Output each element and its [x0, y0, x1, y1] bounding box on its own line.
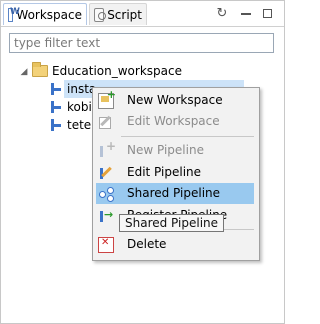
menu-item-edit-pipeline[interactable]: Edit Pipeline — [96, 162, 254, 183]
tree-node-workspace[interactable]: Education_workspace — [32, 62, 182, 80]
tab-script-label: Script — [107, 7, 142, 22]
menu-item-edit-workspace[interactable]: Edit Workspace — [96, 111, 254, 132]
workspace-view: Workspace Script ↻ ◢ Education_workspace… — [0, 0, 285, 324]
minimize-icon[interactable] — [238, 6, 254, 22]
edit-workspace-icon — [98, 114, 114, 130]
shared-pipeline-icon — [98, 186, 114, 202]
maximize-icon[interactable] — [260, 6, 276, 22]
context-menu: New Workspace Edit Workspace New Pipelin… — [92, 87, 260, 261]
tree-node-pipeline[interactable]: insta — [49, 80, 96, 98]
tab-workspace-label: Workspace — [16, 7, 82, 22]
tab-bar: Workspace Script ↻ — [1, 1, 284, 27]
pipeline-icon — [49, 100, 63, 114]
tree-node-pipeline-label: tete — [67, 118, 92, 132]
workspace-icon — [8, 7, 21, 22]
tab-workspace[interactable]: Workspace — [3, 3, 87, 25]
filter-field[interactable] — [9, 33, 274, 53]
register-pipeline-icon — [98, 208, 114, 224]
menu-item-label: Shared Pipeline — [127, 186, 221, 200]
tooltip: Shared Pipeline — [119, 214, 225, 232]
pipeline-icon — [49, 82, 63, 96]
edit-pipeline-icon — [98, 165, 114, 181]
delete-icon — [98, 237, 114, 253]
menu-item-new-pipeline[interactable]: New Pipeline — [96, 139, 254, 161]
menu-separator — [121, 136, 254, 137]
menu-item-new-workspace[interactable]: New Workspace — [96, 88, 254, 111]
filter-input[interactable] — [10, 34, 273, 52]
menu-item-label: Delete — [127, 237, 167, 251]
menu-item-shared-pipeline[interactable]: Shared Pipeline — [96, 183, 254, 204]
collapse-toggle-icon[interactable]: ◢ — [19, 67, 29, 77]
menu-item-label: New Pipeline — [127, 143, 204, 157]
tree-node-pipeline[interactable]: tete — [49, 116, 91, 134]
folder-icon — [32, 62, 48, 77]
refresh-icon[interactable]: ↻ — [214, 6, 230, 22]
tree-node-pipeline-label: kobi — [67, 100, 92, 114]
script-icon — [94, 7, 107, 22]
tree-node-pipeline[interactable]: kobi — [49, 98, 92, 116]
menu-item-label: Edit Pipeline — [127, 165, 202, 179]
menu-item-label: Edit Workspace — [127, 114, 220, 128]
menu-item-label: New Workspace — [127, 93, 223, 107]
new-workspace-icon — [98, 88, 116, 109]
tree-node-workspace-label: Education_workspace — [52, 64, 182, 78]
new-pipeline-icon — [98, 139, 116, 159]
menu-item-delete[interactable]: Delete — [96, 234, 254, 255]
pipeline-icon — [49, 118, 63, 132]
tab-script[interactable]: Script — [89, 3, 147, 25]
